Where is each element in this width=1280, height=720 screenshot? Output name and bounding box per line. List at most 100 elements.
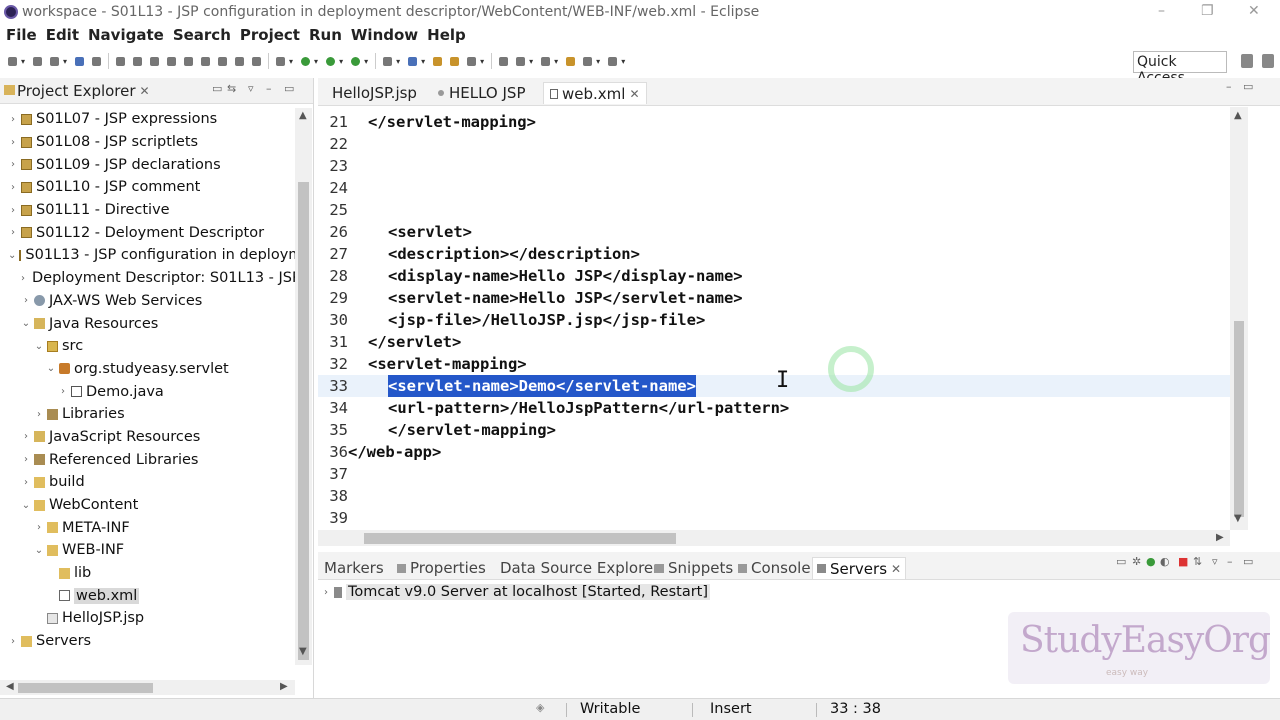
skip-breakpoints-icon[interactable]	[92, 56, 102, 66]
project-explorer-close-icon[interactable]: ✕	[140, 84, 150, 98]
menu-file[interactable]: File	[6, 26, 37, 44]
editor-vertical-scrollbar[interactable]: ▲ ▼	[1230, 107, 1248, 530]
tree-item[interactable]: › S01L11 - Directive	[0, 199, 296, 222]
expanded-arrow-icon[interactable]: ⌄	[46, 363, 56, 374]
scroll-right-icon[interactable]: ▶	[280, 681, 288, 692]
maximize-view-icon[interactable]: ▭	[1243, 555, 1253, 568]
step-into-icon[interactable]	[184, 56, 194, 66]
code-line[interactable]: 28 <display-name>Hello JSP</display-name>	[318, 265, 1230, 287]
tree-item[interactable]: ⌄ src	[0, 335, 296, 358]
code-line[interactable]: 38	[318, 485, 1230, 507]
code-line[interactable]: 25	[318, 199, 1230, 221]
publish-server-icon[interactable]: ⇅	[1193, 555, 1202, 568]
code-line[interactable]: 22	[318, 133, 1230, 155]
start-server-icon[interactable]: ●	[1146, 555, 1156, 568]
collapsed-arrow-icon[interactable]: ›	[8, 636, 18, 647]
collapsed-arrow-icon[interactable]: ›	[8, 205, 18, 216]
tree-item[interactable]: › build	[0, 471, 296, 494]
collapsed-arrow-icon[interactable]: ›	[21, 477, 31, 488]
tab-close-icon[interactable]: ✕	[891, 562, 901, 576]
forward-icon[interactable]	[583, 56, 593, 66]
collapsed-arrow-icon[interactable]: ›	[34, 409, 44, 420]
editor-horizontal-scroll-thumb[interactable]	[364, 533, 676, 544]
tree-item[interactable]: › JAX-WS Web Services	[0, 290, 296, 313]
explorer-horizontal-scrollbar[interactable]: ◀ ▶	[0, 680, 295, 695]
open-type-icon[interactable]	[408, 56, 418, 66]
tree-item[interactable]: › S01L12 - Deloyment Descriptor	[0, 221, 296, 244]
tree-item[interactable]: ⌄ WebContent	[0, 494, 296, 517]
drop-to-frame-icon[interactable]	[235, 56, 245, 66]
new-icon[interactable]	[8, 56, 17, 66]
tree-item[interactable]: ⌄ WEB-INF	[0, 539, 296, 562]
prev-annotation-icon[interactable]	[541, 56, 551, 66]
tree-item[interactable]: lib	[0, 562, 296, 585]
code-line[interactable]: 39	[318, 507, 1230, 529]
tree-item[interactable]: › Deployment Descriptor: S01L13 - JSP	[0, 267, 296, 290]
disconnect-icon[interactable]	[167, 56, 177, 66]
editor-maximize-icon[interactable]: ▭	[1243, 80, 1253, 93]
menu-run[interactable]: Run	[309, 26, 342, 44]
link-editor-icon[interactable]: ⇆	[227, 82, 236, 95]
tree-item[interactable]: › S01L07 - JSP expressions	[0, 108, 296, 131]
open-perspective-icon[interactable]	[1241, 54, 1253, 68]
external-tools-icon[interactable]	[276, 56, 286, 66]
minimize-button[interactable]: –	[1158, 3, 1165, 19]
tree-item[interactable]: HelloJSP.jsp	[0, 607, 296, 630]
code-line[interactable]: 24	[318, 177, 1230, 199]
code-line[interactable]: 36 </web-app>	[318, 441, 1230, 463]
expanded-arrow-icon[interactable]: ⌄	[21, 318, 31, 329]
tab-properties[interactable]: Properties	[397, 557, 486, 579]
editor-horizontal-scrollbar[interactable]: ▶	[318, 530, 1230, 546]
view-menu-icon[interactable]: ▿	[248, 82, 254, 95]
code-line[interactable]: 34 <url-pattern>/HelloJspPattern</url-pat…	[318, 397, 1230, 419]
collapsed-arrow-icon[interactable]: ›	[8, 159, 18, 170]
collapsed-arrow-icon[interactable]: ›	[34, 522, 44, 533]
project-explorer-tab[interactable]: Project Explorer	[17, 82, 136, 100]
close-button[interactable]: ✕	[1248, 3, 1260, 19]
tree-item[interactable]: ⌄ S01L13 - JSP configuration in deployme	[0, 244, 296, 267]
tree-item[interactable]: › Referenced Libraries	[0, 448, 296, 471]
code-line[interactable]: 32 <servlet-mapping>	[318, 353, 1230, 375]
editor-minimize-icon[interactable]: –	[1226, 80, 1232, 93]
new-server-icon[interactable]	[383, 56, 393, 66]
run-server-icon[interactable]	[351, 56, 361, 66]
code-line[interactable]: 31 </servlet>	[318, 331, 1230, 353]
code-line[interactable]: 30 <jsp-file>/HelloJSP.jsp</jsp-file>	[318, 309, 1230, 331]
tab-console[interactable]: Console	[738, 557, 811, 579]
tree-item[interactable]: ⌄ org.studyeasy.servlet	[0, 358, 296, 381]
minimize-view-icon[interactable]: –	[266, 82, 272, 95]
collapsed-arrow-icon[interactable]: ›	[21, 295, 31, 306]
step-over-icon[interactable]	[201, 56, 211, 66]
profile-server-icon[interactable]: ◐	[1160, 555, 1170, 568]
publish-icon[interactable]	[50, 56, 60, 66]
quick-access-input[interactable]: Quick Access	[1133, 51, 1227, 86]
collapsed-arrow-icon[interactable]: ›	[8, 137, 18, 148]
tree-item[interactable]: › S01L10 - JSP comment	[0, 176, 296, 199]
expand-arrow-icon[interactable]: ›	[324, 587, 328, 598]
last-edit-icon[interactable]	[608, 56, 618, 66]
search-icon[interactable]	[467, 56, 477, 66]
next-annotation-icon[interactable]	[516, 56, 526, 66]
collapsed-arrow-icon[interactable]: ›	[58, 386, 68, 397]
collapse-all-icon[interactable]: ▭	[1116, 555, 1126, 568]
tab-close-icon[interactable]: ✕	[629, 87, 639, 101]
collapsed-arrow-icon[interactable]: ›	[21, 454, 31, 465]
java-ee-perspective-icon[interactable]	[1262, 54, 1274, 68]
expanded-arrow-icon[interactable]: ⌄	[34, 545, 44, 556]
menu-edit[interactable]: Edit	[46, 26, 79, 44]
collapsed-arrow-icon[interactable]: ›	[8, 114, 18, 125]
code-line[interactable]: 23	[318, 155, 1230, 177]
code-line[interactable]: 21 </servlet-mapping>	[318, 111, 1230, 133]
explorer-vertical-scroll-thumb[interactable]	[298, 182, 309, 660]
explorer-horizontal-scroll-thumb[interactable]	[18, 683, 153, 693]
view-menu-icon[interactable]: ▿	[1212, 555, 1218, 568]
collapsed-arrow-icon[interactable]: ›	[8, 182, 18, 193]
stop-server-icon[interactable]: ■	[1178, 555, 1188, 568]
scroll-up-icon[interactable]: ▲	[299, 110, 307, 121]
terminate-icon[interactable]	[150, 56, 160, 66]
tab-markers[interactable]: Markers	[324, 557, 384, 579]
tab-hello-jsp[interactable]: HELLO JSP	[432, 82, 532, 104]
tab-snippets[interactable]: Snippets	[655, 557, 733, 579]
expanded-arrow-icon[interactable]: ⌄	[21, 500, 31, 511]
maximize-view-icon[interactable]: ▭	[284, 82, 294, 95]
